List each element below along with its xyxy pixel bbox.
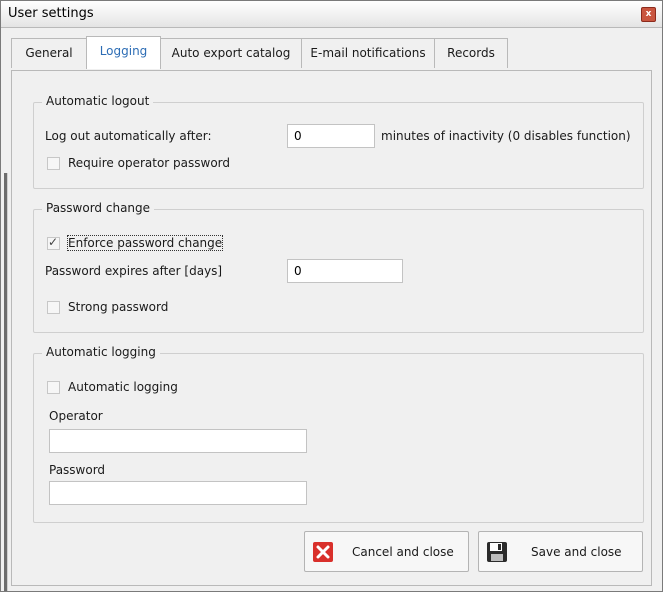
tab-general[interactable]: General xyxy=(11,38,87,68)
tab-records[interactable]: Records xyxy=(434,38,508,68)
tab-auto-export-catalog[interactable]: Auto export catalog xyxy=(160,38,302,68)
operator-input[interactable] xyxy=(49,429,307,453)
require-password-checkbox[interactable] xyxy=(47,157,60,170)
password-expires-label: Password expires after [days] xyxy=(45,264,223,278)
window-title: User settings xyxy=(8,6,94,21)
cancel-and-close-button[interactable]: Cancel and close xyxy=(304,531,469,572)
require-password-label: Require operator password xyxy=(68,156,230,170)
close-icon[interactable]: x xyxy=(641,7,656,22)
tab-email-notifications[interactable]: E-mail notifications xyxy=(301,38,435,68)
password-change-legend: Password change xyxy=(42,201,155,215)
password-input[interactable] xyxy=(49,481,307,505)
enforce-password-checkbox[interactable] xyxy=(47,235,60,250)
logout-minutes-input[interactable] xyxy=(287,124,375,148)
window-left-edge xyxy=(4,173,8,591)
logout-label: Log out automatically after: xyxy=(45,129,212,143)
cancel-icon xyxy=(313,542,333,562)
user-settings-window: User settings x General Logging Auto exp… xyxy=(0,0,663,592)
title-bar: User settings x xyxy=(1,1,662,28)
save-and-close-button[interactable]: Save and close xyxy=(478,531,643,572)
automatic-logging-legend: Automatic logging xyxy=(42,345,160,359)
automatic-logging-checkbox[interactable] xyxy=(47,381,60,394)
strong-password-checkbox[interactable] xyxy=(47,301,60,314)
logout-suffix-label: minutes of inactivity (0 disables functi… xyxy=(381,129,631,143)
automatic-logout-group: Automatic logout Log out automatically a… xyxy=(33,94,644,189)
automatic-logging-group: Automatic logging Automatic logging Oper… xyxy=(33,345,644,523)
floppy-disk-icon xyxy=(487,542,507,562)
password-change-group: Password change Enforce password change … xyxy=(33,201,644,333)
cancel-button-label: Cancel and close xyxy=(352,545,454,559)
password-label: Password xyxy=(49,463,106,477)
operator-label: Operator xyxy=(49,409,103,423)
password-expires-input[interactable] xyxy=(287,259,403,283)
save-button-label: Save and close xyxy=(531,545,622,559)
tab-logging[interactable]: Logging xyxy=(86,36,161,69)
strong-password-label: Strong password xyxy=(68,300,169,314)
logging-panel: Automatic logout Log out automatically a… xyxy=(11,70,652,586)
automatic-logout-legend: Automatic logout xyxy=(42,94,154,108)
enforce-password-label: Enforce password change xyxy=(66,235,224,251)
automatic-logging-label: Automatic logging xyxy=(68,380,178,394)
